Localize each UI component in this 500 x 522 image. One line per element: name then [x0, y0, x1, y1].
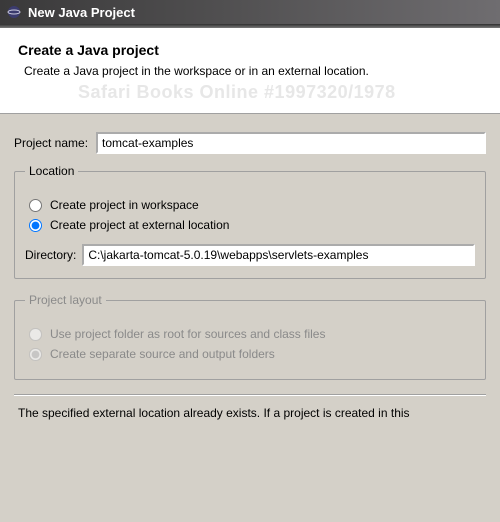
radio-external-input[interactable] [29, 219, 42, 232]
layout-legend: Project layout [25, 293, 106, 307]
radio-external[interactable]: Create project at external location [29, 218, 475, 232]
dialog-body: Project name: Location Create project in… [0, 114, 500, 428]
radio-separate-input [29, 348, 42, 361]
radio-separate: Create separate source and output folder… [29, 347, 475, 361]
radio-workspace-input[interactable] [29, 199, 42, 212]
directory-label: Directory: [25, 248, 76, 262]
radio-root: Use project folder as root for sources a… [29, 327, 475, 341]
project-name-row: Project name: [14, 132, 486, 154]
footer-note: The specified external location already … [14, 406, 486, 420]
separator [14, 394, 486, 396]
layout-group: Project layout Use project folder as roo… [14, 293, 486, 380]
radio-workspace[interactable]: Create project in workspace [29, 198, 475, 212]
eclipse-icon [6, 4, 22, 20]
titlebar: New Java Project [0, 0, 500, 24]
radio-root-input [29, 328, 42, 341]
radio-root-label: Use project folder as root for sources a… [50, 327, 325, 341]
radio-separate-label: Create separate source and output folder… [50, 347, 275, 361]
location-legend: Location [25, 164, 78, 178]
radio-external-label: Create project at external location [50, 218, 229, 232]
directory-input[interactable] [82, 244, 475, 266]
directory-row: Directory: [25, 244, 475, 266]
titlebar-title: New Java Project [28, 5, 135, 20]
location-group: Location Create project in workspace Cre… [14, 164, 486, 279]
project-name-label: Project name: [14, 136, 88, 150]
project-name-input[interactable] [96, 132, 486, 154]
banner: Create a Java project Create a Java proj… [0, 28, 500, 114]
watermark-text: Safari Books Online #1997320/1978 [18, 82, 482, 103]
page-title: Create a Java project [18, 42, 482, 58]
radio-workspace-label: Create project in workspace [50, 198, 199, 212]
page-description: Create a Java project in the workspace o… [18, 64, 482, 78]
